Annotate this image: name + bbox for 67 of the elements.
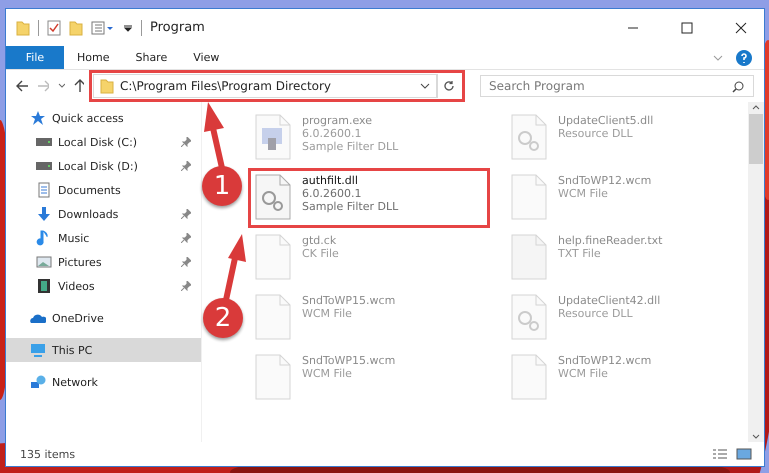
caret-icon[interactable] (123, 22, 133, 32)
help-icon[interactable] (736, 50, 752, 66)
refresh-icon (443, 80, 456, 92)
file-icon (254, 234, 292, 280)
scrollbar-thumb[interactable] (749, 114, 763, 164)
maximize-icon (681, 22, 693, 34)
address-bar[interactable]: C:\Program Files\Program Directory (92, 74, 437, 98)
view-options-icon[interactable] (91, 20, 115, 34)
item-count: 135 items (20, 448, 76, 460)
window-title: Program (150, 20, 206, 35)
search-field[interactable]: Search Program (480, 75, 754, 97)
caret-icon[interactable] (420, 83, 430, 89)
details-view-icon[interactable] (712, 448, 728, 460)
sidebar-item[interactable]: Videos (6, 274, 201, 298)
close-icon (735, 22, 747, 34)
monitor-icon (30, 342, 46, 358)
ribbon-tab[interactable]: Home (64, 46, 122, 69)
file-icon (510, 354, 548, 400)
sidebar-item[interactable]: This PC (6, 338, 201, 362)
pin-icon[interactable] (181, 281, 191, 291)
pin-icon[interactable] (181, 209, 191, 219)
ribbon-tab[interactable]: File (6, 46, 64, 69)
new-folder-icon (69, 20, 83, 36)
sidebar-item[interactable]: Documents (6, 178, 201, 202)
pin-icon[interactable] (181, 257, 191, 267)
file-icon (510, 114, 548, 160)
properties-icon[interactable] (47, 20, 61, 36)
file-icon (254, 354, 292, 400)
star-icon (30, 110, 46, 126)
chevron-icon[interactable] (712, 54, 724, 62)
sidebar-item[interactable]: Network (6, 370, 201, 394)
back-arrow-icon[interactable] (16, 80, 28, 92)
search-icon (732, 81, 744, 93)
sidebar-item[interactable]: Local Disk (D:) (6, 154, 201, 178)
file-icon (254, 174, 292, 220)
arrow (223, 234, 246, 301)
up-arrow-icon[interactable] (74, 79, 84, 93)
pin-icon[interactable] (181, 233, 191, 243)
drive-icon (36, 162, 52, 170)
globe-icon (30, 374, 46, 390)
sidebar-item[interactable]: Quick access (6, 106, 201, 130)
pin-icon[interactable] (181, 161, 191, 171)
film-icon (36, 278, 52, 294)
folder-icon (100, 78, 114, 94)
ribbon-tab[interactable]: Share (122, 46, 180, 69)
sidebar-item[interactable]: Downloads (6, 202, 201, 226)
sidebar-item[interactable]: OneDrive (6, 306, 201, 330)
file-item[interactable]: authfilt.dll 6.0.2600.1 Sample Filter DLL (248, 168, 490, 228)
file-icon (510, 234, 548, 280)
file-icon (510, 174, 548, 220)
folder-icon (16, 20, 30, 36)
arrow (204, 102, 225, 169)
file-icon (254, 294, 292, 340)
document-icon (36, 182, 52, 198)
thumbnail-view-icon[interactable] (736, 448, 752, 460)
file-icon (510, 294, 548, 340)
drive-icon (36, 138, 52, 146)
download-arrow-icon (36, 206, 52, 222)
sidebar-item[interactable]: Music (6, 226, 201, 250)
minimize-icon (627, 26, 639, 28)
sidebar-item[interactable]: Local Disk (C:) (6, 130, 201, 154)
pin-icon[interactable] (181, 137, 191, 147)
scrollbar[interactable] (748, 102, 764, 442)
sidebar-item[interactable]: Pictures (6, 250, 201, 274)
picture-icon (36, 254, 52, 270)
ribbon-tab[interactable]: View (180, 46, 232, 69)
file-icon (254, 114, 292, 160)
